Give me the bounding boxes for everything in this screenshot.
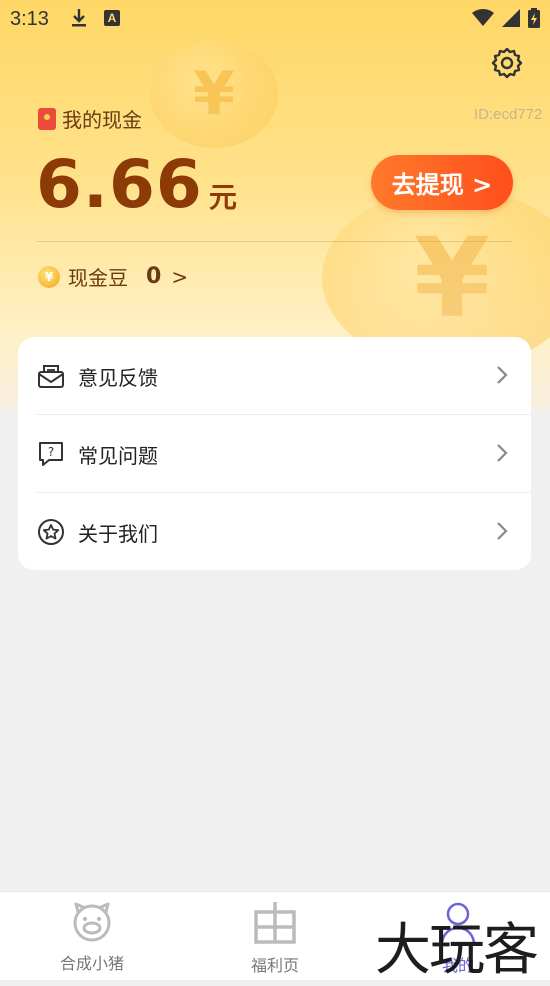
status-time: 3:13 [10,8,49,30]
chevron-right-icon [495,442,509,468]
svg-text:?: ? [48,445,54,459]
cash-beans-row[interactable]: ¥ 现金豆 0 > [38,262,188,291]
balance-amount: 6.66 元 [36,146,237,223]
balance-value: 6.66 [36,146,203,223]
beans-label: 现金豆 [68,266,128,290]
nav-item-merge-pig[interactable]: 合成小猪 [17,900,167,974]
gear-icon [491,47,523,79]
withdraw-button[interactable]: 去提现 > [371,155,513,210]
menu-card: 意见反馈 ? 常见问题 关于我们 [18,337,531,570]
nav-label: 合成小猪 [59,954,124,973]
settings-button[interactable] [490,46,524,80]
star-circle-icon [36,517,66,547]
watermark: 大玩客 [375,918,539,983]
wifi-icon [472,9,494,31]
coin-decoration: ¥ [150,40,278,148]
chevron-right-icon [495,520,509,546]
battery-charging-icon [528,8,540,32]
menu-item-label: 意见反馈 [78,365,158,390]
user-id: ID:ecd772 [474,106,543,123]
signal-icon [502,9,520,31]
menu-item-label: 关于我们 [78,521,158,546]
grid-field-icon [253,900,297,948]
balance-unit: 元 [208,181,237,214]
menu-item-faq[interactable]: ? 常见问题 [36,415,531,493]
header-divider [36,241,512,242]
download-icon [70,8,88,32]
coin-icon: ¥ [38,265,60,288]
question-bubble-icon: ? [36,439,66,469]
cash-title-label: 我的现金 [62,108,142,132]
beans-value: 0 [146,264,162,289]
status-icons-right [472,8,540,32]
red-packet-icon [38,107,56,130]
nav-item-welfare[interactable]: 福利页 [200,900,350,976]
menu-item-label: 常见问题 [78,443,158,468]
mail-icon [36,361,66,391]
nav-label: 福利页 [250,956,299,975]
status-bar: 3:13 A [0,0,550,38]
keyboard-a-icon: A [104,10,120,26]
pig-icon [70,900,114,946]
beans-arrow: > [171,264,189,289]
withdraw-button-label: 去提现 > [391,171,493,199]
menu-item-feedback[interactable]: 意见反馈 [36,337,531,415]
menu-item-about[interactable]: 关于我们 [36,493,531,571]
cash-title: 我的现金 [38,104,142,133]
chevron-right-icon [495,364,509,390]
